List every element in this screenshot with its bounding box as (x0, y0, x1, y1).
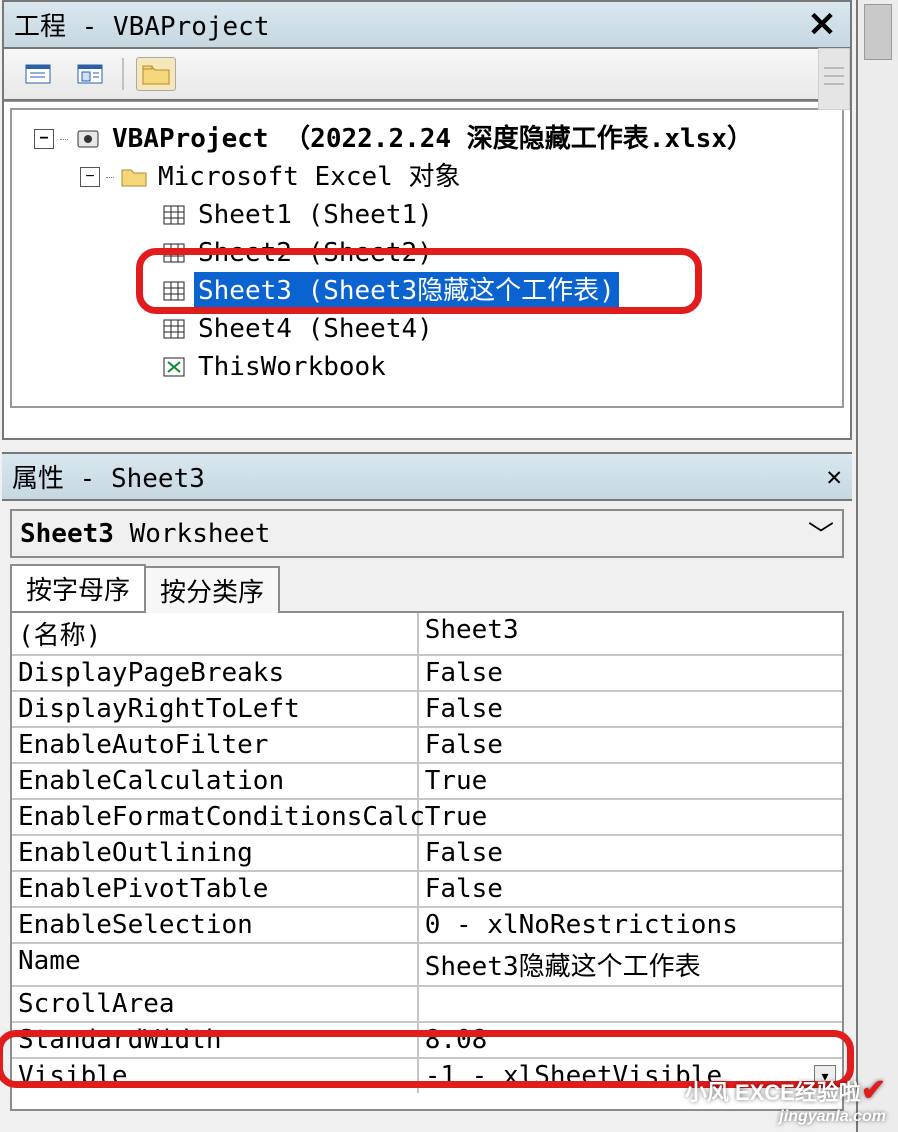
properties-titlebar: 属性 - Sheet3 ✕ (2, 452, 852, 501)
watermark: 小风 EXCE经验啦✔ jingyanla.com (685, 1073, 886, 1126)
project-explorer-title: 工程 - VBAProject (14, 6, 270, 43)
tree-item-sheet1[interactable]: Sheet1 (Sheet1) (194, 196, 437, 234)
tree-root[interactable]: VBAProject （2022.2.24 深度隐藏工作表.xlsx） (108, 120, 757, 158)
folder-icon (120, 165, 148, 189)
view-code-button[interactable] (18, 57, 58, 91)
prop-value[interactable]: False (419, 656, 842, 690)
prop-name: DisplayRightToLeft (12, 692, 419, 726)
watermark-url: jingyanla.com (685, 1108, 886, 1126)
prop-value[interactable]: False (419, 872, 842, 906)
prop-name: EnableOutlining (12, 836, 419, 870)
properties-grid: (名称)Sheet3 DisplayPageBreaksFalse Displa… (10, 611, 844, 1111)
tree-item-sheet3[interactable]: Sheet3 (Sheet3隐藏这个工作表) (194, 272, 619, 310)
worksheet-icon (160, 317, 188, 341)
prop-name: EnableCalculation (12, 764, 419, 798)
prop-value[interactable]: True (419, 800, 842, 834)
toggle-folders-button[interactable] (136, 57, 176, 91)
watermark-text: 小风 EXCE经验啦 (685, 1080, 861, 1105)
close-icon[interactable]: ✕ (804, 7, 840, 43)
prop-value[interactable]: 8.08 (419, 1023, 842, 1057)
collapse-icon[interactable]: − (34, 129, 54, 149)
prop-value[interactable]: Sheet3隐藏这个工作表 (419, 944, 842, 985)
prop-name: Name (12, 944, 419, 985)
project-explorer-titlebar: 工程 - VBAProject ✕ (4, 2, 850, 49)
tab-alphabetic[interactable]: 按字母序 (10, 564, 146, 611)
tree-folder-excel-objects[interactable]: Microsoft Excel 对象 (154, 158, 464, 196)
worksheet-icon (160, 241, 188, 265)
worksheet-icon (160, 203, 188, 227)
prop-name: EnableSelection (12, 908, 419, 942)
project-toolbar (4, 49, 850, 101)
prop-name: EnablePivotTable (12, 872, 419, 906)
prop-value[interactable]: False (419, 836, 842, 870)
prop-name-visible: Visible (12, 1059, 419, 1093)
scrollbar[interactable] (818, 48, 850, 110)
close-icon[interactable]: ✕ (826, 462, 842, 492)
workbook-icon (160, 355, 188, 379)
prop-name: StandardWidth (12, 1023, 419, 1057)
prop-name: EnableFormatConditionsCalc (12, 800, 419, 834)
tree-item-thisworkbook[interactable]: ThisWorkbook (194, 348, 390, 386)
tree-item-sheet2[interactable]: Sheet2 (Sheet2) (194, 234, 437, 272)
tree-item-sheet4[interactable]: Sheet4 (Sheet4) (194, 310, 437, 348)
prop-value[interactable] (419, 987, 842, 1021)
prop-name: ScrollArea (12, 987, 419, 1021)
vba-project-icon (74, 127, 102, 151)
prop-value[interactable]: False (419, 728, 842, 762)
checkmark-icon: ✔ (861, 1074, 886, 1107)
object-name: Sheet3 (20, 519, 114, 549)
view-object-button[interactable] (70, 57, 110, 91)
side-gutter (856, 0, 898, 1132)
prop-name: EnableAutoFilter (12, 728, 419, 762)
collapse-icon[interactable]: − (80, 167, 100, 187)
prop-name: DisplayPageBreaks (12, 656, 419, 690)
prop-value[interactable]: False (419, 692, 842, 726)
prop-name: (名称) (12, 613, 419, 654)
object-type: Worksheet (114, 519, 271, 549)
prop-value[interactable]: True (419, 764, 842, 798)
prop-value[interactable]: 0 - xlNoRestrictions (419, 908, 842, 942)
tab-categorized[interactable]: 按分类序 (144, 566, 280, 613)
object-selector[interactable]: Sheet3 Worksheet ﹀ (10, 509, 844, 558)
properties-title: 属性 - Sheet3 (12, 458, 205, 495)
chevron-down-icon[interactable]: ﹀ (808, 515, 834, 552)
prop-value[interactable]: Sheet3 (419, 613, 842, 654)
visible-value-text: -1 - xlSheetVisible (425, 1061, 722, 1091)
worksheet-icon (160, 279, 188, 303)
